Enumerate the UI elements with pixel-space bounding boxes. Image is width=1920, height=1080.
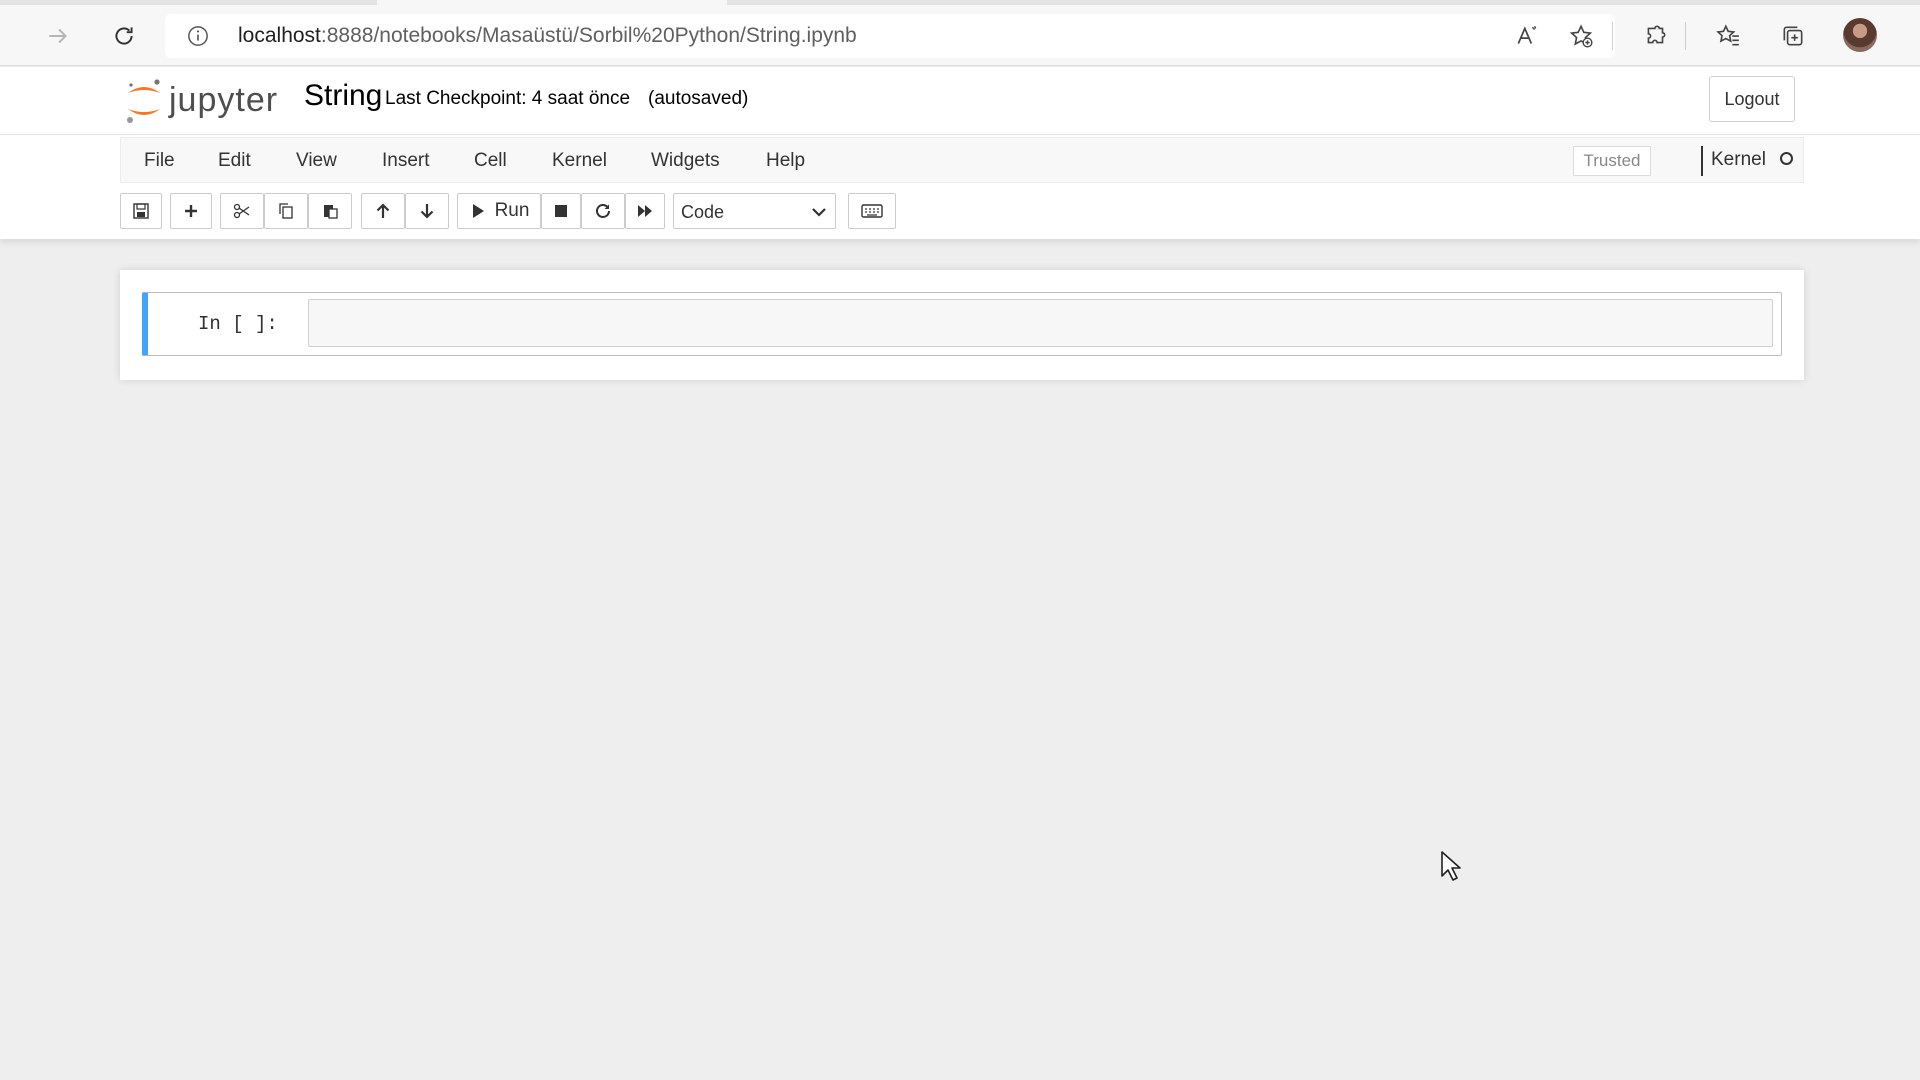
active-tab[interactable] (377, 0, 727, 5)
copy-icon (279, 203, 293, 219)
jupyter-header: jupyter String Last Checkpoint: 4 saat ö… (0, 67, 1920, 135)
profile-avatar[interactable] (1843, 18, 1877, 52)
input-prompt: In [ ]: (198, 313, 278, 335)
notebook-container: In [ ]: (120, 270, 1804, 380)
menu-view[interactable]: View (296, 150, 337, 172)
cell-code-editor[interactable] (308, 299, 1773, 347)
scissors-icon (233, 203, 250, 219)
extensions-icon[interactable] (1638, 18, 1674, 54)
forward-icon[interactable] (36, 14, 80, 58)
refresh-icon[interactable] (102, 14, 146, 58)
restart-run-all-button[interactable] (625, 193, 665, 229)
toolbar-divider (1612, 22, 1613, 50)
command-palette-button[interactable] (848, 193, 896, 229)
menu-kernel[interactable]: Kernel (552, 150, 607, 172)
cut-cell-button[interactable] (220, 193, 264, 229)
menu-edit[interactable]: Edit (218, 150, 251, 172)
url-text[interactable]: localhost:8888/notebooks/Masaüstü/Sorbil… (238, 25, 857, 47)
stop-icon (555, 205, 567, 217)
site-info-icon[interactable] (187, 25, 209, 47)
menu-cell[interactable]: Cell (474, 150, 507, 172)
menubar: File Edit View Insert Cell Kernel Widget… (120, 137, 1804, 183)
kernel-divider (1701, 146, 1703, 176)
save-button[interactable] (120, 193, 162, 229)
fast-forward-icon (638, 205, 652, 217)
address-bar[interactable]: localhost:8888/notebooks/Masaüstü/Sorbil… (165, 14, 1615, 58)
jupyter-logo[interactable]: jupyter (124, 75, 284, 127)
autosave-status: (autosaved) (648, 88, 749, 109)
play-icon (472, 204, 484, 218)
menu-file[interactable]: File (144, 150, 175, 172)
move-cell-up-button[interactable] (361, 193, 405, 229)
restart-kernel-button[interactable] (581, 193, 625, 229)
run-label: Run (494, 200, 530, 221)
collections-icon[interactable] (1775, 18, 1811, 54)
menu-insert[interactable]: Insert (382, 150, 430, 172)
chevron-down-icon (812, 208, 826, 217)
run-button[interactable]: Run (457, 193, 541, 229)
add-favorite-icon[interactable] (1563, 18, 1599, 54)
kernel-name[interactable]: Kernel (1711, 149, 1766, 171)
toolbar-divider (1685, 22, 1686, 50)
menu-help[interactable]: Help (766, 150, 805, 172)
code-cell[interactable]: In [ ]: (142, 292, 1782, 356)
menu-widgets[interactable]: Widgets (651, 150, 720, 172)
menubar-container: File Edit View Insert Cell Kernel Widget… (0, 135, 1920, 239)
arrow-up-icon (376, 203, 390, 218)
read-aloud-icon[interactable] (1509, 18, 1545, 54)
favorites-icon[interactable] (1710, 18, 1746, 54)
cell-type-value: Code (681, 202, 725, 222)
jupyter-wordmark: jupyter (169, 81, 279, 119)
cell-type-select[interactable]: Code (673, 193, 836, 229)
save-icon (133, 203, 149, 219)
tab-strip (0, 0, 1920, 5)
interrupt-kernel-button[interactable] (541, 193, 581, 229)
jupyter-logo-icon (127, 79, 160, 123)
mouse-cursor-icon (1441, 851, 1461, 881)
logout-button[interactable]: Logout (1709, 76, 1795, 122)
last-checkpoint: Last Checkpoint: 4 saat önce (385, 88, 631, 109)
trusted-indicator[interactable]: Trusted (1573, 146, 1651, 176)
copy-cell-button[interactable] (264, 193, 308, 229)
kernel-idle-icon (1780, 152, 1793, 165)
move-cell-down-button[interactable] (405, 193, 449, 229)
paste-icon (324, 205, 338, 219)
plus-icon (185, 205, 197, 217)
restart-icon (596, 204, 610, 218)
browser-toolbar: localhost:8888/notebooks/Masaüstü/Sorbil… (0, 0, 1920, 66)
keyboard-icon (861, 204, 883, 218)
notebook-name[interactable]: String (304, 79, 382, 113)
paste-cell-button[interactable] (308, 193, 352, 229)
insert-cell-button[interactable] (170, 193, 212, 229)
arrow-down-icon (420, 204, 434, 219)
